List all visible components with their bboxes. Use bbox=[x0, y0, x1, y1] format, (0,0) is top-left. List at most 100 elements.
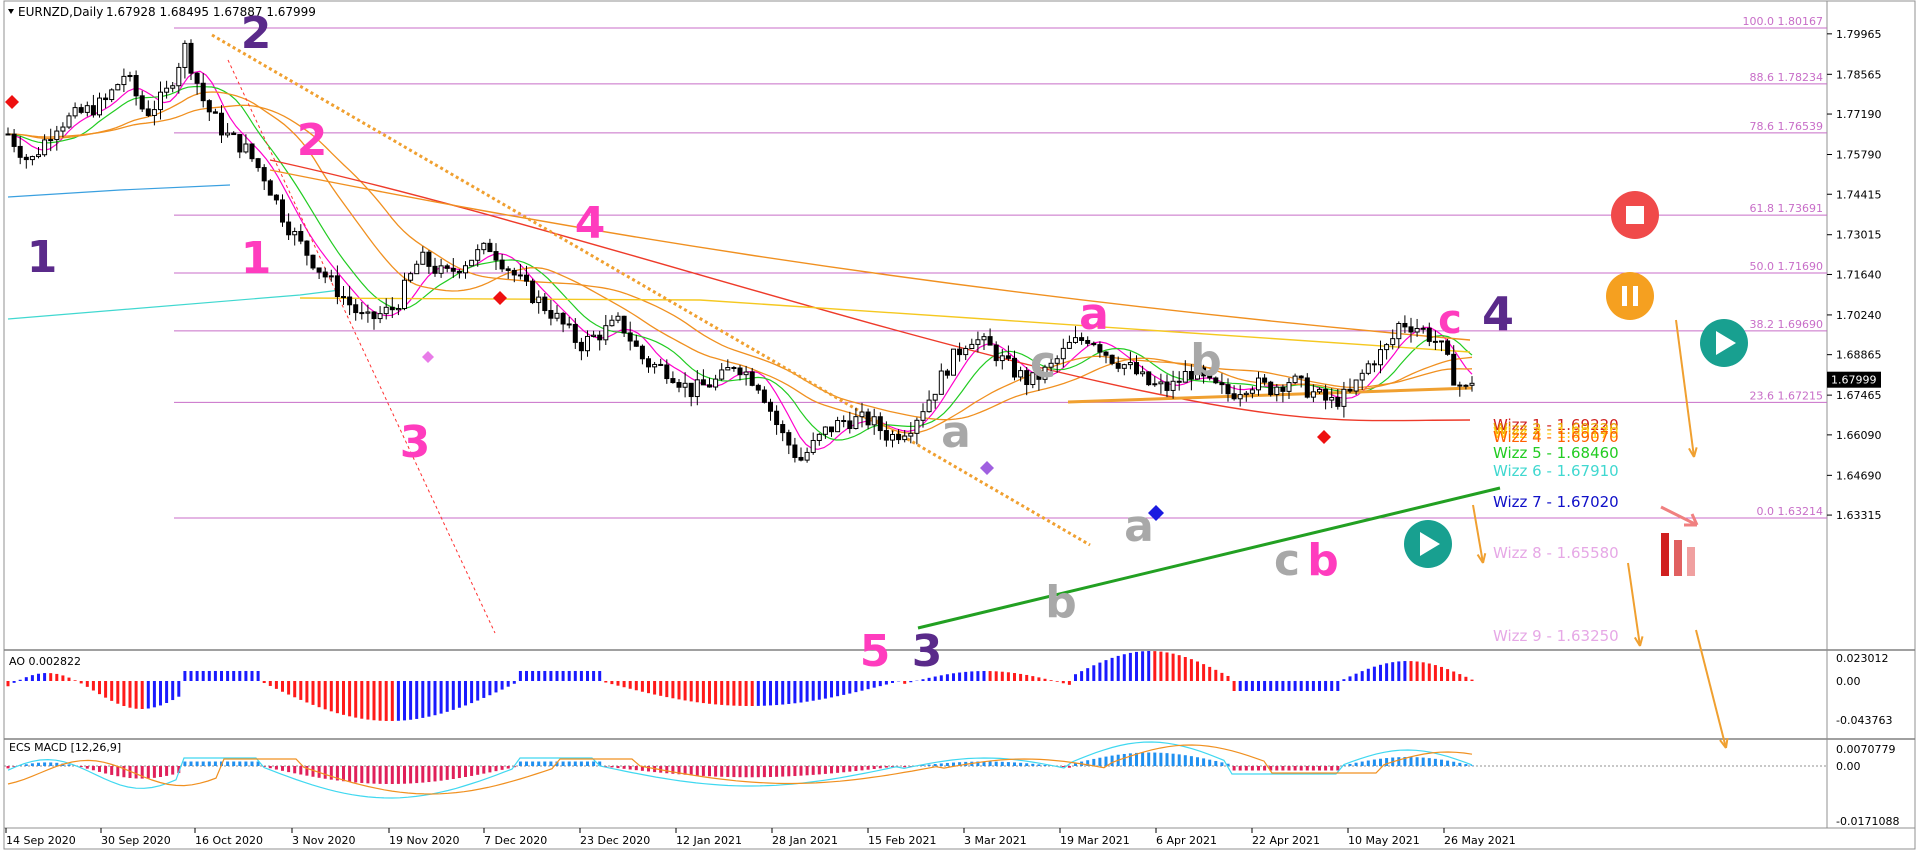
candle-body bbox=[664, 364, 670, 380]
candle-body bbox=[353, 304, 359, 314]
candle-body bbox=[200, 82, 206, 102]
candle-body bbox=[883, 430, 889, 441]
candle-body bbox=[1390, 338, 1396, 346]
candle-body bbox=[761, 389, 767, 403]
candle-body bbox=[60, 126, 66, 132]
candle-body bbox=[798, 456, 804, 461]
time-label: 3 Nov 2020 bbox=[292, 834, 355, 847]
candle-body bbox=[633, 340, 639, 347]
candle-body bbox=[170, 85, 176, 89]
wave-labels: 123412345abcabcabc bbox=[27, 8, 1514, 677]
time-label: 19 Mar 2021 bbox=[1060, 834, 1130, 847]
price-tick-label: 1.67465 bbox=[1836, 389, 1882, 402]
candle-body bbox=[1018, 370, 1024, 378]
time-label: 7 Dec 2020 bbox=[484, 834, 547, 847]
candle-body bbox=[1310, 391, 1316, 398]
candle-body bbox=[1292, 375, 1298, 384]
candle-body bbox=[682, 382, 688, 388]
candle-body bbox=[139, 95, 145, 110]
fib-label: 88.6 1.78234 bbox=[1750, 71, 1823, 84]
candle-body bbox=[1109, 354, 1115, 364]
candle-body bbox=[859, 411, 865, 418]
candle-body bbox=[780, 424, 786, 434]
candle-body bbox=[505, 268, 511, 271]
candle-body bbox=[194, 72, 200, 84]
candle-body bbox=[334, 275, 340, 298]
pause-icon-bar bbox=[1622, 286, 1627, 306]
candle-body bbox=[560, 312, 566, 325]
candle-body bbox=[1225, 384, 1231, 395]
candle-body bbox=[1024, 370, 1030, 386]
candle-body bbox=[292, 231, 298, 236]
red-diamond-marker bbox=[493, 291, 507, 305]
candle-body bbox=[243, 143, 249, 153]
candle-body bbox=[298, 231, 304, 242]
candle-body bbox=[188, 42, 194, 74]
ao-tick-label: -0.043763 bbox=[1836, 714, 1892, 727]
candle-body bbox=[944, 370, 950, 376]
wave-label: c bbox=[1274, 535, 1300, 586]
candle-body bbox=[280, 199, 285, 223]
candle-body bbox=[1451, 353, 1457, 386]
macd-tick-label: -0.0171088 bbox=[1836, 815, 1899, 828]
candle-body bbox=[432, 265, 438, 274]
wave-label: b bbox=[1045, 577, 1077, 628]
candle-body bbox=[1463, 384, 1469, 387]
time-label: 26 May 2021 bbox=[1444, 834, 1516, 847]
price-tick-label: 1.79965 bbox=[1836, 28, 1882, 41]
candle-body bbox=[524, 274, 529, 282]
candle-body bbox=[542, 296, 548, 312]
candle-body bbox=[841, 420, 847, 423]
candle-body bbox=[414, 263, 420, 275]
chart-window[interactable]: EURNZD,Daily 1.67928 1.68495 1.67887 1.6… bbox=[0, 0, 1919, 850]
candle-body bbox=[774, 410, 780, 426]
candle-body bbox=[493, 251, 499, 261]
candle-body bbox=[999, 355, 1005, 362]
candle-body bbox=[267, 180, 273, 196]
candle-body bbox=[963, 348, 969, 356]
candle-body bbox=[511, 269, 517, 276]
candle-body bbox=[121, 75, 127, 86]
wave-label: b bbox=[1307, 535, 1339, 586]
candle-body bbox=[908, 432, 914, 437]
candle-body bbox=[1066, 341, 1072, 349]
candle-body bbox=[993, 344, 999, 362]
candle-body bbox=[1341, 388, 1347, 407]
candle-body bbox=[1402, 322, 1408, 328]
candle-body bbox=[261, 167, 267, 182]
candle-body bbox=[1317, 388, 1322, 393]
time-label: 3 Mar 2021 bbox=[964, 834, 1027, 847]
candle-body bbox=[1060, 347, 1066, 360]
wave-label: a bbox=[1124, 501, 1154, 552]
candle-body bbox=[572, 323, 578, 343]
chart-bars-icon bbox=[1674, 540, 1682, 576]
wizz-label: Wizz 5 - 1.68460 bbox=[1493, 444, 1619, 462]
candle-body bbox=[1249, 389, 1255, 394]
candle-body bbox=[615, 315, 621, 321]
candle-body bbox=[1457, 384, 1463, 387]
candle-body bbox=[591, 334, 597, 337]
candle-body bbox=[1432, 340, 1438, 343]
collapse-triangle-icon[interactable] bbox=[8, 9, 14, 14]
price-tick-label: 1.71640 bbox=[1836, 268, 1882, 281]
candle-body bbox=[1182, 371, 1188, 383]
ao-indicator: AO 0.002822 0.023012 0.00 -0.043763 bbox=[6, 651, 1892, 727]
candle-body bbox=[212, 111, 218, 114]
candle-body bbox=[127, 75, 133, 78]
price-tick-label: 1.68865 bbox=[1836, 349, 1882, 362]
candle-body bbox=[273, 194, 279, 201]
candle-body bbox=[29, 156, 35, 161]
candle-body bbox=[627, 332, 633, 342]
wave-label: 4 bbox=[575, 198, 606, 249]
wave-label: a bbox=[1079, 289, 1109, 340]
candle-body bbox=[1298, 375, 1304, 379]
candle-body bbox=[1231, 393, 1237, 400]
candle-body bbox=[383, 306, 389, 315]
candle-body bbox=[426, 251, 432, 267]
candle-body bbox=[145, 108, 151, 116]
candle-body bbox=[676, 382, 682, 388]
candle-body bbox=[938, 370, 944, 395]
price-tick-label: 1.77190 bbox=[1836, 108, 1882, 121]
symbol-label: EURNZD,Daily bbox=[18, 5, 103, 19]
candle-body bbox=[237, 134, 243, 153]
